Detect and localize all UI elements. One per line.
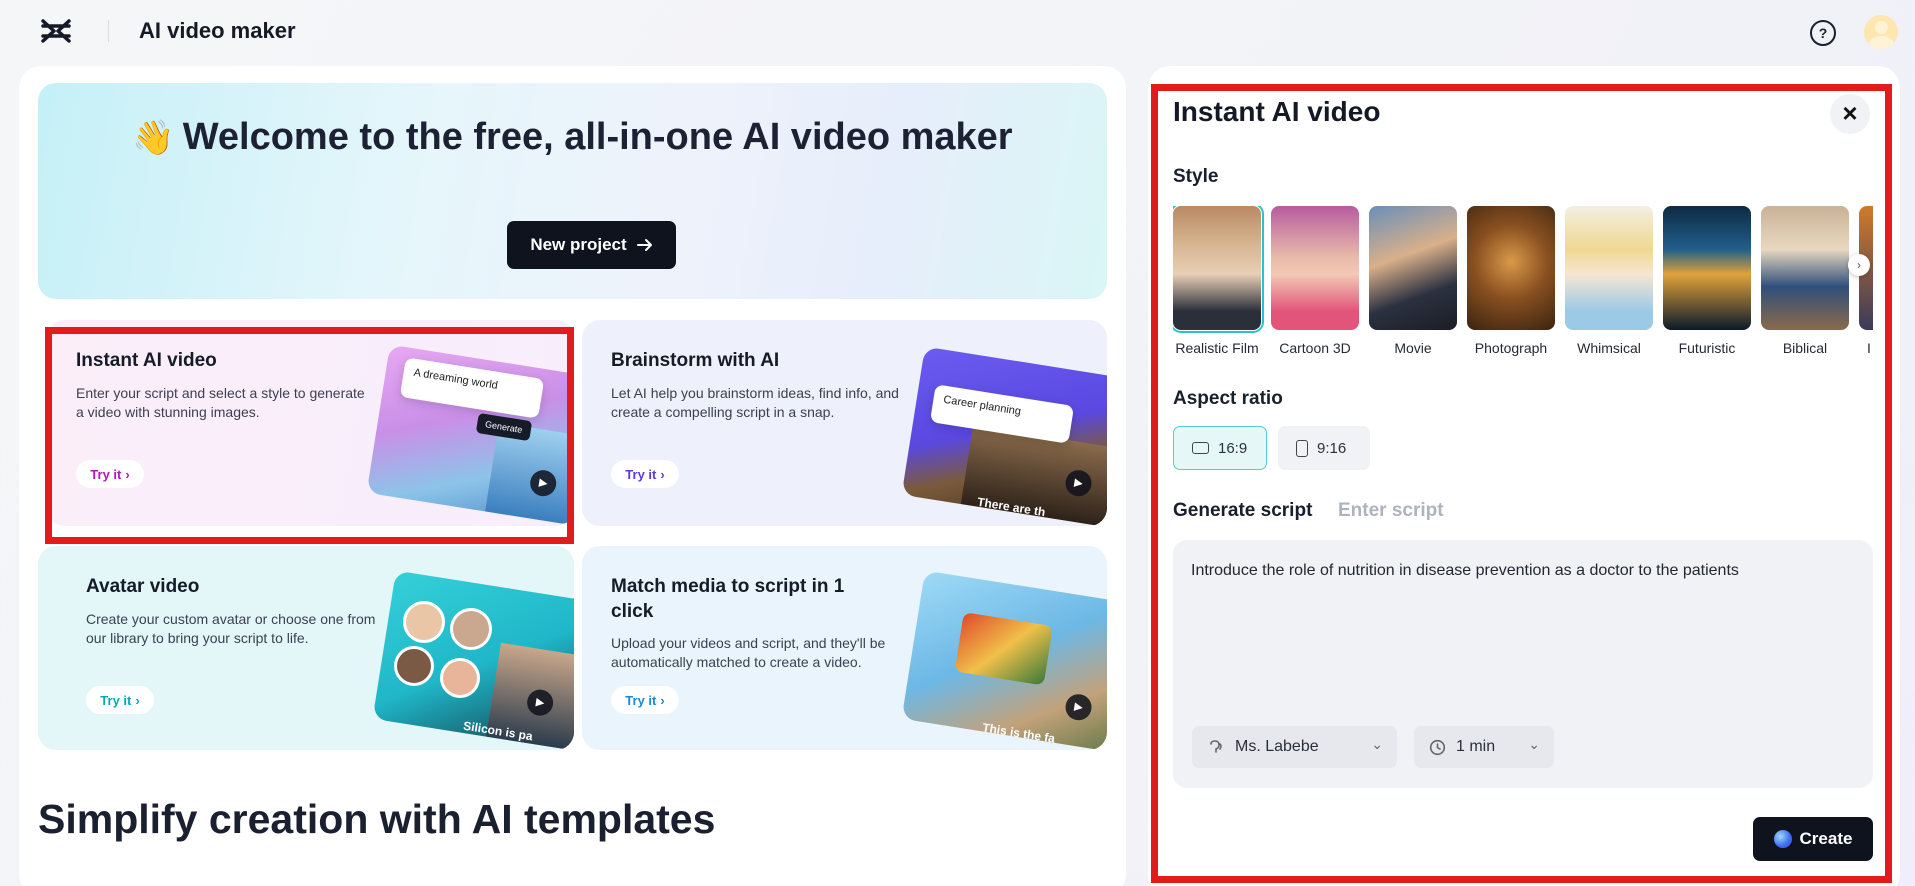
card-title: Avatar video [86,576,200,597]
try-it-label: Try it [625,466,657,482]
style-thumbnail [1761,206,1849,330]
aspect-9-16-button[interactable]: 9:16 [1278,426,1370,470]
app-title: AI video maker [139,18,296,43]
new-project-button[interactable]: New project [507,221,676,269]
chevron-right-icon: › [135,692,140,708]
panel-title: Instant AI video [1173,96,1381,127]
create-label: Create [1799,829,1853,848]
style-realistic-film[interactable]: Realistic Film [1173,206,1264,356]
style-thumbnail [1663,206,1751,330]
style-thumbnail [1565,206,1653,330]
chevron-down-icon: ⌄ [1371,736,1383,752]
aspect-16-9-button[interactable]: 16:9 [1173,426,1267,470]
avatar-face-1 [403,601,445,643]
left-panel: 👋 Welcome to the free, all-in-one AI vide… [19,66,1126,886]
duration-value: 1 min [1456,738,1496,755]
help-icon[interactable]: ? [1810,20,1836,46]
style-cartoon-3d[interactable]: Cartoon 3D [1271,206,1359,356]
style-name: Futuristic [1678,340,1736,356]
style-list: Realistic Film Cartoon 3D Movie Photogra… [1173,206,1873,356]
clock-icon [1429,739,1446,755]
style-movie[interactable]: Movie [1369,206,1457,356]
aspect-label: 16:9 [1218,439,1248,457]
style-name: Photograph [1474,340,1548,356]
style-biblical[interactable]: Biblical [1761,206,1849,356]
welcome-title-text: Welcome to the free, all-in-one AI video… [182,116,1013,158]
section-heading: Simplify creation with AI templates [38,796,716,842]
style-thumbnail [1173,206,1264,333]
top-bar: AI video maker ? [0,0,1915,62]
capcut-logo-icon[interactable] [40,17,72,45]
waving-hand-emoji: 👋 [132,119,175,157]
card-instant-ai-video[interactable]: Instant AI video Enter your script and s… [47,320,574,526]
chevron-right-icon: › [660,692,665,708]
card-description: Enter your script and select a style to … [76,385,365,420]
avatar-face-4 [440,658,480,698]
style-name: Cartoon 3D [1279,340,1351,356]
style-whimsical[interactable]: Whimsical [1565,206,1653,356]
card-description: Upload your videos and script, and they'… [611,635,886,670]
play-icon: ▶ [1063,692,1094,723]
card-description: Create your custom avatar or choose one … [86,611,376,646]
welcome-title: 👋 Welcome to the free, all-in-one AI vide… [38,115,1107,160]
style-futuristic[interactable]: Futuristic [1663,206,1751,356]
avatar-face-2 [450,608,492,650]
card-title: Brainstorm with AI [611,350,780,371]
style-name: Biblical [1782,340,1828,356]
script-text[interactable]: Introduce the role of nutrition in disea… [1191,560,1841,582]
style-name: Movie [1394,340,1432,356]
style-thumbnail [1467,206,1555,330]
landscape-icon [1192,442,1209,454]
try-it-button[interactable]: Try it › [611,686,679,714]
try-it-button[interactable]: Try it › [611,460,679,488]
duration-select[interactable]: 1 min ⌄ [1414,726,1554,768]
chevron-right-icon[interactable]: › [1848,254,1870,276]
try-it-label: Try it [625,692,657,708]
new-project-label: New project [530,235,627,254]
close-icon[interactable]: × [1830,94,1870,134]
instant-ai-video-panel: Instant AI video × Style Realistic Film … [1148,66,1900,886]
card-title: Instant AI video [76,350,217,371]
chevron-right-icon: › [660,466,665,482]
aspect-ratio-label: Aspect ratio [1173,388,1283,409]
style-thumbnail [1369,206,1457,330]
style-name: Realistic Film [1175,340,1259,356]
card-title: Match media to script in 1 click [611,576,845,622]
header-divider [108,20,109,42]
style-name: Whimsical [1577,340,1641,356]
style-label: Style [1173,166,1219,187]
try-it-label: Try it [90,466,122,482]
style-next-partial[interactable]: I [1859,206,1873,356]
try-it-label: Try it [100,692,132,708]
voice-value: Ms. Labebe [1235,738,1319,755]
style-photograph[interactable]: Photograph [1467,206,1555,356]
style-name: I [1867,340,1871,356]
card-brainstorm-with-ai[interactable]: Brainstorm with AI Let AI help you brain… [582,320,1107,526]
tab-generate-script[interactable]: Generate script [1173,500,1312,522]
arrow-right-icon [636,239,652,251]
ai-orb-icon [1773,830,1792,848]
create-button[interactable]: Create [1753,817,1873,861]
tab-enter-script[interactable]: Enter script [1338,500,1444,522]
card-avatar-video[interactable]: Avatar video Create your custom avatar o… [38,546,574,750]
portrait-icon [1296,439,1308,457]
chevron-right-icon: › [125,466,130,482]
card-match-media-to-script[interactable]: Match media to script in 1 click Upload … [582,546,1107,750]
try-it-button[interactable]: Try it › [86,686,154,714]
voice-icon [1210,740,1222,753]
voice-select[interactable]: Ms. Labebe ⌄ [1192,726,1397,768]
user-avatar[interactable] [1864,15,1898,49]
avatar-face-3 [394,646,434,686]
style-thumbnail [1271,206,1359,330]
chevron-down-icon: ⌄ [1528,736,1540,752]
try-it-button[interactable]: Try it › [76,460,144,488]
welcome-banner: 👋 Welcome to the free, all-in-one AI vide… [38,83,1107,299]
card-description: Let AI help you brainstorm ideas, find i… [611,385,899,420]
aspect-label: 9:16 [1317,439,1347,457]
